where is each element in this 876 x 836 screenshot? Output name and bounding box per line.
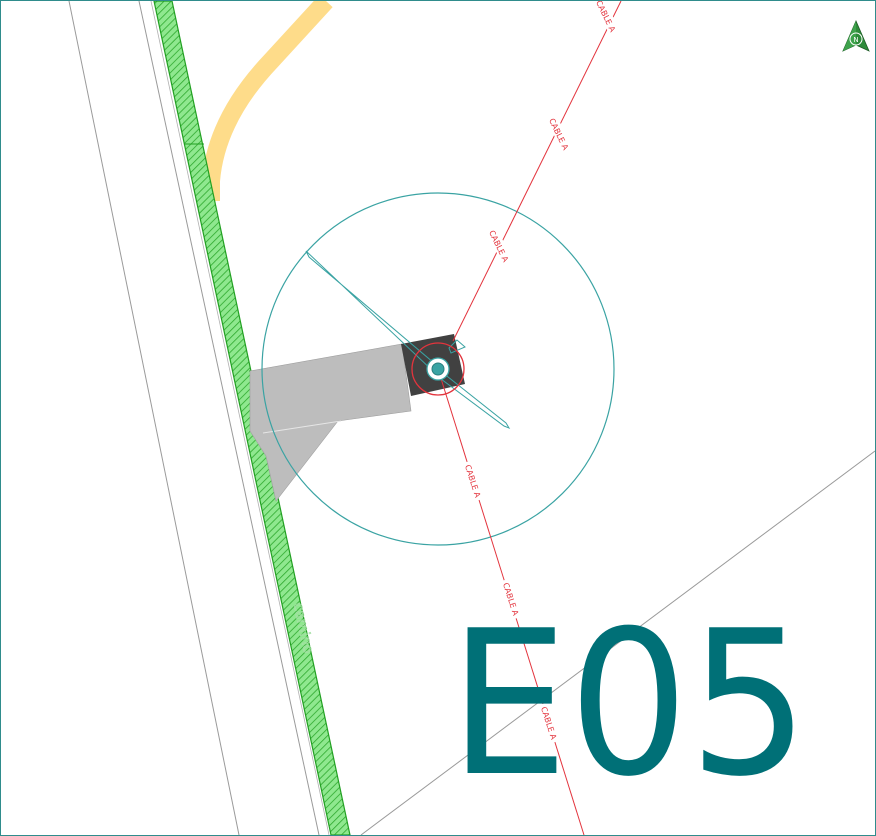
yellow-access-road (202, 1, 333, 201)
map-frame: CABLE A CABLE A CABLE A CABLE A CABLE A … (0, 0, 876, 836)
cable-label-group-4: CABLE A (462, 460, 485, 502)
north-arrow-icon[interactable]: N (842, 19, 870, 52)
turbine-id-label: E05 (449, 588, 809, 821)
cable-label: CABLE A (487, 229, 510, 264)
tower-core (431, 362, 445, 376)
map-canvas[interactable]: CABLE A CABLE A CABLE A CABLE A CABLE A … (1, 1, 875, 835)
svg-text:N: N (853, 36, 858, 44)
road-edge-line-outer (68, 1, 240, 835)
cable-label-group-2: CABLE A (545, 113, 574, 155)
cable-label: CABLE A (547, 117, 570, 152)
cable-label-group-3: CABLE A (485, 225, 514, 267)
cable-label: CABLE A (594, 1, 617, 34)
